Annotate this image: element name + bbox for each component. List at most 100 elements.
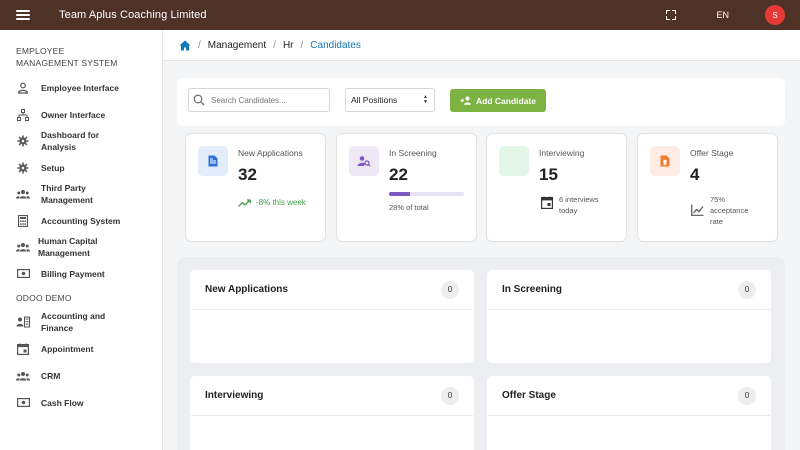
user-avatar[interactable]: S	[765, 5, 785, 25]
home-icon[interactable]	[179, 40, 191, 51]
sidebar-item-label: Accounting System	[41, 215, 121, 226]
sidebar-item-label: Employee Interface	[41, 82, 119, 93]
progress-text: 28% of total	[389, 203, 429, 212]
calculator-icon	[16, 214, 30, 228]
add-candidate-label: Add Candidate	[476, 95, 536, 106]
stat-label: Interviewing	[539, 148, 585, 158]
add-person-icon	[460, 96, 471, 105]
sidebar-item-crm[interactable]: CRM	[0, 367, 162, 384]
interview-note: 6 interviews today	[541, 194, 621, 216]
app-title: Team Aplus Coaching Limited	[59, 9, 207, 21]
sidebar-item-human-capital[interactable]: Human Capital Management	[0, 234, 162, 260]
gear-icon	[16, 161, 30, 175]
stat-trend-text: -8% this week	[256, 198, 306, 207]
sidebar-item-billing-payment[interactable]: Billing Payment	[0, 265, 162, 282]
sidebar-item-cash-flow[interactable]: Cash Flow	[0, 394, 162, 411]
stat-trend: -8% this week	[238, 198, 306, 207]
offer-note-text: 75% acceptance rate	[710, 195, 749, 226]
sidebar-section-title: ODOO DEMO	[16, 293, 72, 303]
search-input[interactable]	[211, 95, 321, 105]
interview-icon	[499, 146, 529, 176]
document-icon	[198, 146, 228, 176]
calendar-icon	[541, 196, 554, 212]
stat-card-offer-stage: Offer Stage 4 75% acceptance rate	[637, 133, 778, 242]
stat-card-new-applications: New Applications 32 -8% this week	[185, 133, 326, 242]
main-content: / Management / Hr / Candidates All Posit…	[163, 30, 800, 450]
person-icon	[16, 81, 30, 95]
stat-card-in-screening: In Screening 22 28% of total	[336, 133, 477, 242]
sidebar-item-label: Setup	[41, 162, 65, 173]
stat-label: Offer Stage	[690, 148, 734, 158]
sidebar: EMPLOYEE MANAGEMENT SYSTEM Employee Inte…	[0, 30, 163, 450]
breadcrumb: / Management / Hr / Candidates	[163, 30, 800, 61]
breadcrumb-candidates: Candidates	[310, 39, 361, 51]
org-chart-icon	[16, 108, 30, 122]
column-title: Interviewing	[205, 390, 264, 401]
breadcrumb-management[interactable]: Management	[208, 40, 266, 51]
sidebar-item-label: Dashboard for Analysis	[41, 130, 100, 152]
stat-label: In Screening	[389, 148, 437, 158]
stat-label: New Applications	[238, 148, 303, 158]
money-icon	[16, 396, 30, 410]
fullscreen-icon[interactable]	[666, 10, 677, 20]
pipeline-board: New Applications 0 In Screening 0 Interv…	[177, 257, 785, 450]
position-filter-value: All Positions	[351, 95, 398, 105]
sidebar-item-label: Billing Payment	[41, 268, 105, 279]
column-count-badge: 0	[441, 386, 459, 405]
add-candidate-button[interactable]: Add Candidate	[450, 89, 546, 112]
sidebar-item-accounting-finance[interactable]: Accounting and Finance	[0, 309, 162, 335]
candidate-toolbar: All Positions ▲▼ Add Candidate	[177, 78, 785, 126]
offer-document-icon	[650, 146, 680, 176]
stat-value: 4	[690, 165, 700, 184]
hamburger-menu-icon[interactable]	[16, 10, 30, 20]
screening-progress-bar	[389, 192, 464, 196]
column-new-applications: New Applications 0	[190, 270, 474, 363]
sidebar-item-label: CRM	[41, 370, 61, 381]
breadcrumb-separator: /	[300, 39, 304, 51]
column-count-badge: 0	[441, 280, 459, 299]
column-count-badge: 0	[738, 386, 756, 405]
column-title: New Applications	[205, 284, 288, 295]
sidebar-item-label: Cash Flow	[41, 397, 84, 408]
position-filter-select[interactable]: All Positions ▲ ▼	[345, 88, 435, 112]
screening-progress-fill	[389, 192, 410, 196]
sidebar-item-third-party[interactable]: Third Party Management	[0, 181, 162, 207]
sidebar-item-setup[interactable]: Setup	[0, 159, 162, 176]
sidebar-item-accounting-system[interactable]: Accounting System	[0, 212, 162, 229]
breadcrumb-separator: /	[273, 39, 276, 51]
select-arrows-icon: ▲ ▼	[423, 94, 428, 105]
column-title: In Screening	[502, 284, 563, 295]
column-count-badge: 0	[738, 280, 756, 299]
offer-note: 75% acceptance rate	[691, 194, 771, 227]
column-interviewing: Interviewing 0	[190, 376, 474, 450]
breadcrumb-hr[interactable]: Hr	[283, 40, 294, 51]
column-offer-stage: Offer Stage 0	[487, 376, 771, 450]
stat-card-interviewing: Interviewing 15 6 interviews today	[486, 133, 627, 242]
calendar-icon	[16, 342, 30, 356]
search-icon	[193, 94, 205, 106]
stat-value: 15	[539, 165, 558, 184]
stat-value: 32	[238, 165, 257, 184]
sidebar-item-label: Third Party Management	[41, 183, 93, 205]
sidebar-item-owner-interface[interactable]: Owner Interface	[0, 106, 162, 123]
sidebar-item-employee-interface[interactable]: Employee Interface	[0, 79, 162, 96]
stat-value: 22	[389, 165, 408, 184]
language-selector[interactable]: EN	[716, 10, 729, 20]
gear-icon	[16, 134, 30, 148]
sidebar-section-title: EMPLOYEE MANAGEMENT SYSTEM	[16, 46, 118, 68]
breadcrumb-separator: /	[198, 39, 201, 51]
sidebar-item-label: Owner Interface	[41, 109, 106, 120]
line-chart-icon	[691, 204, 704, 219]
interview-note-text: 6 interviews today	[559, 195, 599, 215]
people-group-icon	[16, 240, 30, 254]
sidebar-item-appointment[interactable]: Appointment	[0, 340, 162, 357]
person-search-icon	[349, 146, 379, 176]
accounting-icon	[16, 315, 30, 329]
money-icon	[16, 267, 30, 281]
people-group-icon	[16, 369, 30, 383]
top-bar: Team Aplus Coaching Limited EN S	[0, 0, 800, 30]
column-in-screening: In Screening 0	[487, 270, 771, 363]
sidebar-item-label: Human Capital Management	[38, 236, 98, 258]
sidebar-item-dashboard-analysis[interactable]: Dashboard for Analysis	[0, 128, 162, 154]
search-box[interactable]	[188, 88, 330, 112]
